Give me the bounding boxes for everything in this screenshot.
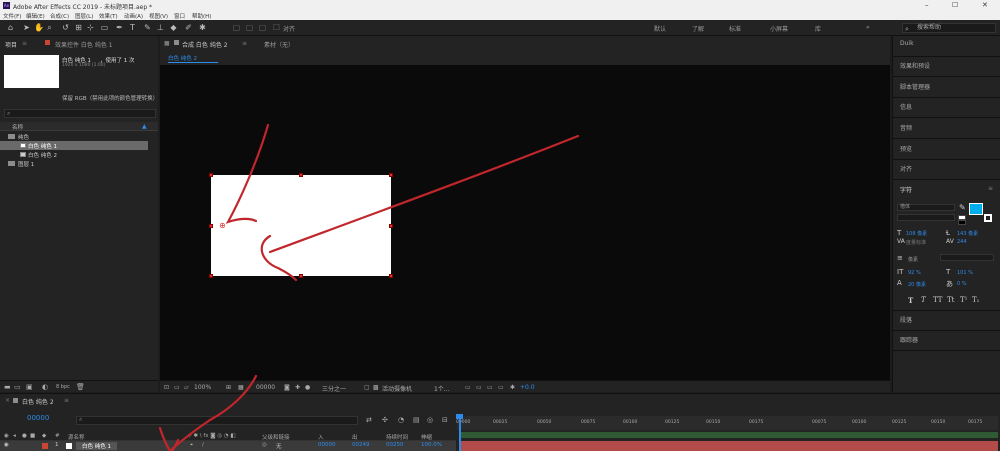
annotation-stroke <box>168 374 258 451</box>
annotation-stroke <box>225 123 270 224</box>
annotation-overlay <box>158 123 580 451</box>
annotation-stroke <box>260 234 298 282</box>
annotation-stroke <box>268 134 580 254</box>
annotation-stroke <box>158 426 180 451</box>
